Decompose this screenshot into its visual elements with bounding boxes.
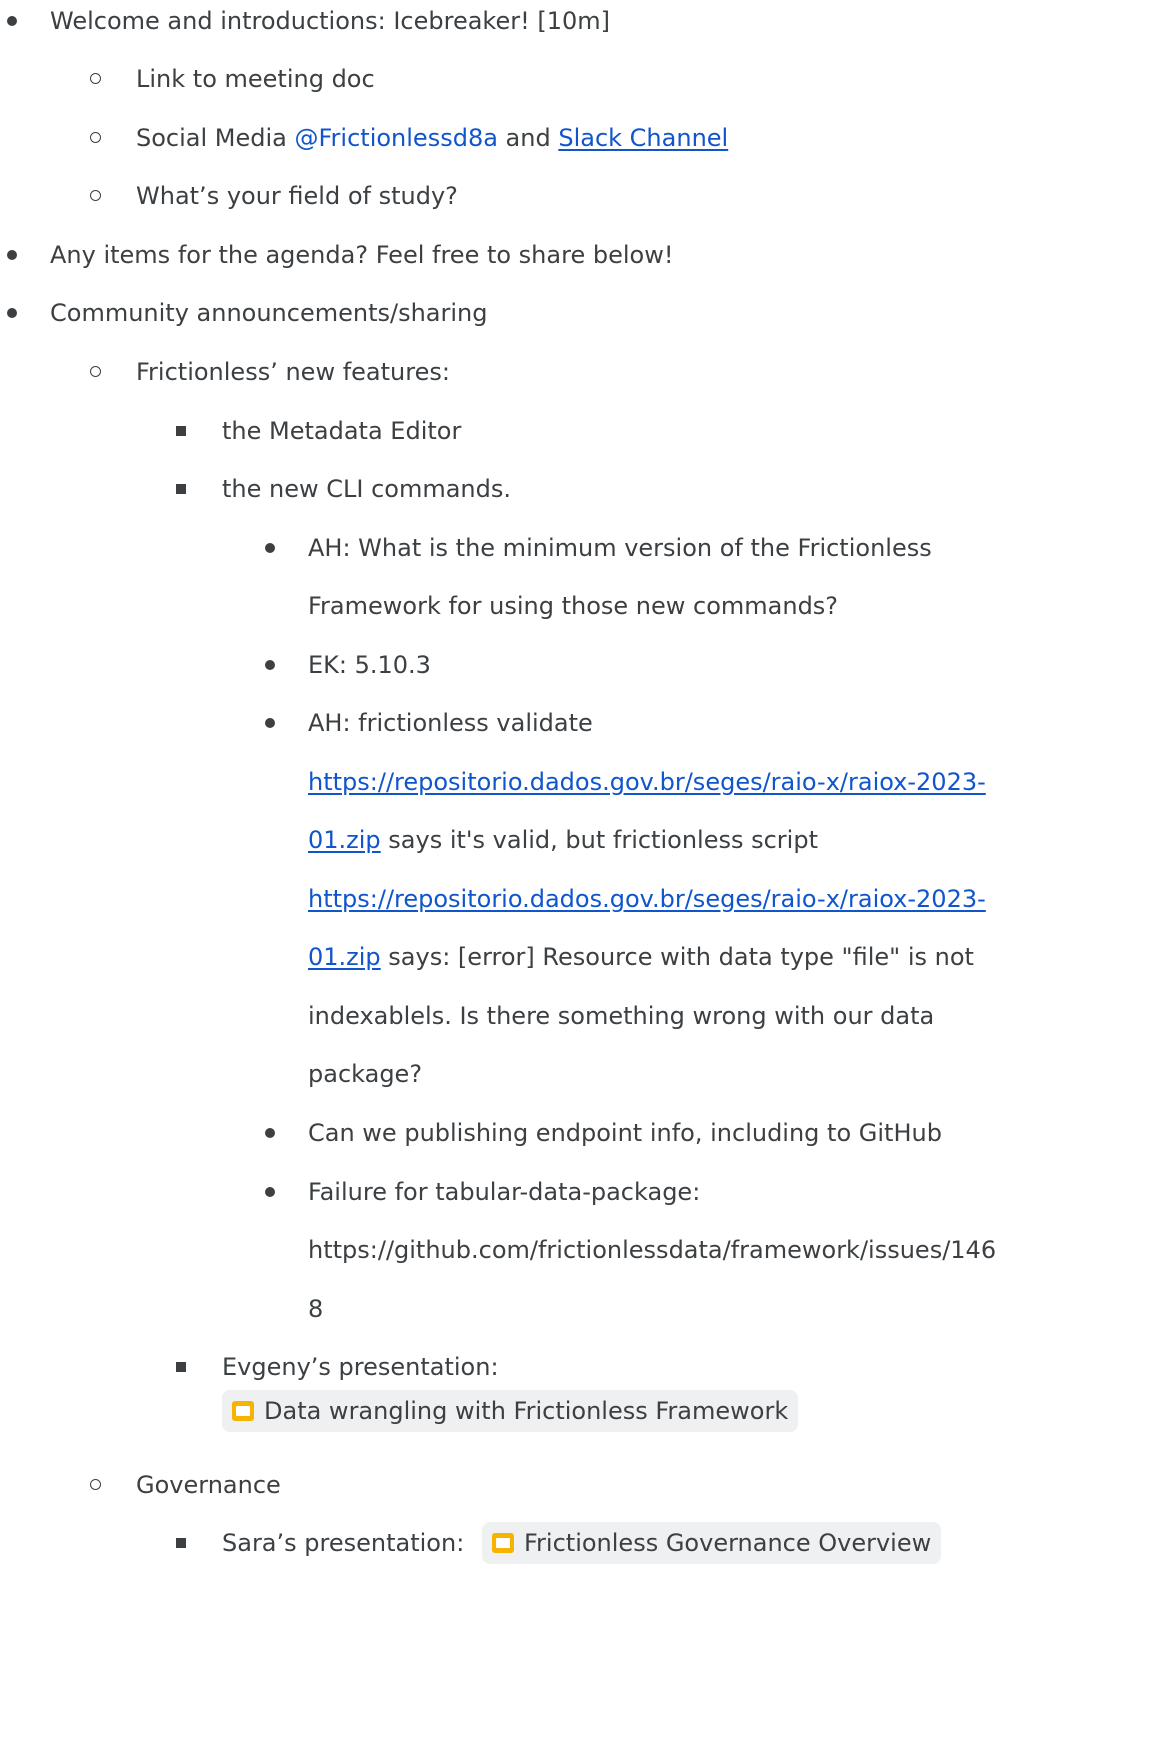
bullet-disc [0,6,24,36]
bullet-disc [258,1177,282,1207]
sara-slides-chip-label: Frictionless Governance Overview [524,1529,932,1557]
ah-validate-mid-text: says it's valid, but frictionless script [380,826,818,854]
field-of-study-item: What’s your field of study? [136,182,458,210]
repositorio-link-1-end[interactable]: 01.zip [308,826,381,854]
social-media-item: Social Media @Frictionlessd8a and Slack … [136,123,728,153]
bullet-disc [0,298,24,328]
social-handle-link[interactable]: @Frictionlessd8a [295,124,498,152]
evgeny-presentation-item: Evgeny’s presentation: [222,1353,499,1381]
agenda-items-question: Any items for the agenda? Feel free to s… [50,241,674,269]
community-announcements-item: Community announcements/sharing [50,299,488,327]
bullet-circle [84,181,108,211]
failure-item-line1: Failure for tabular-data-package: [308,1178,701,1206]
failure-item-line3: 8 [308,1295,324,1323]
publishing-endpoint-item: Can we publishing endpoint info, includi… [308,1119,942,1147]
evgeny-slides-chip[interactable]: Data wrangling with Frictionless Framewo… [222,1390,799,1432]
bullet-square [170,474,194,504]
bullet-circle [84,357,108,387]
bullet-disc [258,1118,282,1148]
repositorio-link-1[interactable]: https://repositorio.dados.gov.br/seges/r… [308,768,986,796]
bullet-disc [258,708,282,738]
bullet-circle [84,1470,108,1500]
bullet-square [170,1528,194,1558]
ah-validate-line2: https://repositorio.dados.gov.br/seges/r… [308,767,986,797]
metadata-editor-item: the Metadata Editor [222,417,462,445]
bullet-disc [258,533,282,563]
ah-validate-line4: https://repositorio.dados.gov.br/seges/r… [308,884,986,914]
ah-validate-line6: indexablels. Is there something wrong wi… [308,1002,935,1030]
cli-commands-item: the new CLI commands. [222,475,512,503]
ek-answer-item: EK: 5.10.3 [308,651,431,679]
bullet-disc [0,240,24,270]
social-and-text: and [497,124,559,152]
ah-validate-line1: AH: frictionless validate [308,709,593,737]
bullet-circle [84,123,108,153]
bullet-square [170,1352,194,1382]
ah-validate-line5: 01.zip says: [error] Resource with data … [308,942,974,972]
governance-item: Governance [136,1471,281,1499]
ah-validate-line3: 01.zip says it's valid, but frictionless… [308,825,818,855]
repositorio-link-2[interactable]: https://repositorio.dados.gov.br/seges/r… [308,885,986,913]
ah-question-version-line2: Framework for using those new commands? [308,592,839,620]
social-media-label: Social Media [136,124,295,152]
failure-item-line2: https://github.com/frictionlessdata/fram… [308,1236,997,1264]
agenda-item-welcome: Welcome and introductions: Icebreaker! [… [50,7,610,35]
ah-validate-error-text: says: [error] Resource with data type "f… [380,943,974,971]
bullet-square [170,416,194,446]
meeting-doc-item: Link to meeting doc [136,65,375,93]
ah-validate-line7: package? [308,1060,423,1088]
ah-question-version-line1: AH: What is the minimum version of the F… [308,534,932,562]
new-features-item: Frictionless’ new features: [136,358,450,386]
sara-presentation-item: Sara’s presentation: [222,1529,465,1557]
slack-channel-link[interactable]: Slack Channel [558,124,728,152]
sara-slides-chip[interactable]: Frictionless Governance Overview [482,1522,942,1564]
bullet-disc [258,650,282,680]
bullet-circle [84,64,108,94]
google-slides-icon [232,1401,254,1421]
google-slides-icon [492,1533,514,1553]
evgeny-slides-chip-label: Data wrangling with Frictionless Framewo… [264,1397,789,1425]
repositorio-link-2-end[interactable]: 01.zip [308,943,381,971]
